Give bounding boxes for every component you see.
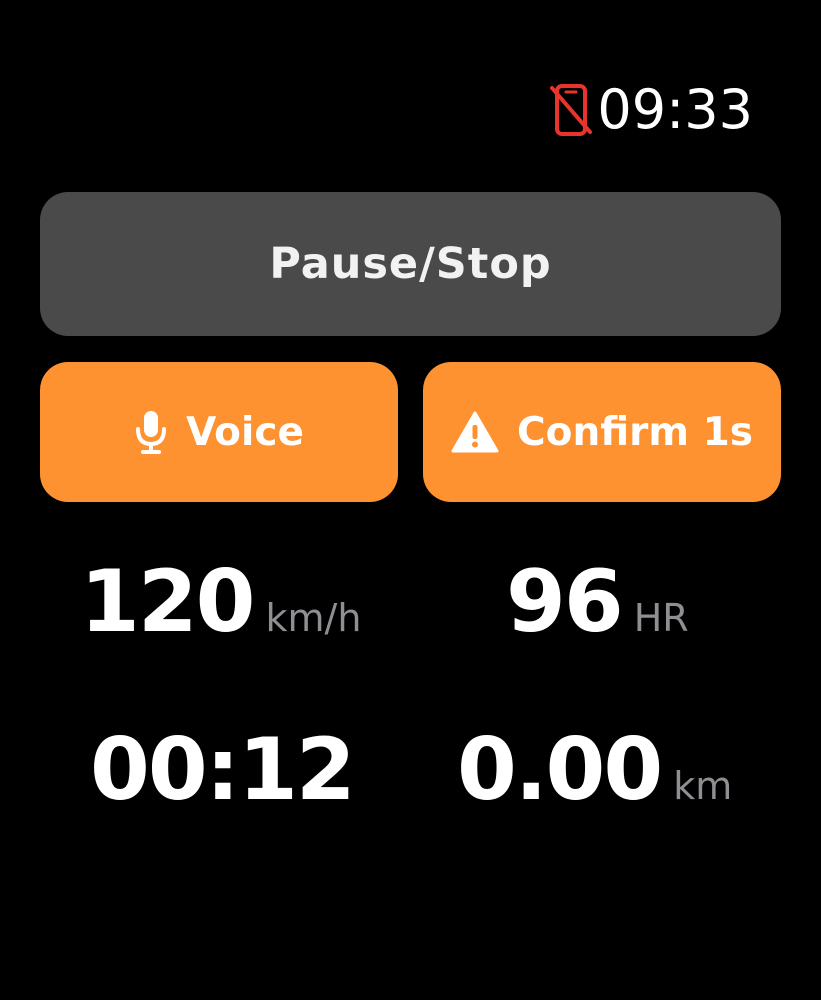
- heart-rate-metric: 96 HR: [506, 552, 689, 652]
- phone-disconnected-icon: [550, 84, 593, 136]
- distance-unit: km: [673, 764, 733, 808]
- status-bar: 09:33: [549, 78, 753, 142]
- speed-unit: km/h: [265, 596, 362, 640]
- confirm-button[interactable]: Confirm 1s: [423, 362, 781, 502]
- distance-value: 0.00: [457, 720, 663, 820]
- warning-icon: [451, 411, 499, 453]
- microphone-icon: [134, 409, 168, 455]
- distance-metric: 0.00 km: [457, 720, 732, 820]
- confirm-label: Confirm 1s: [517, 409, 753, 455]
- voice-label: Voice: [186, 409, 304, 455]
- speed-value: 120: [80, 552, 256, 652]
- voice-button[interactable]: Voice: [40, 362, 398, 502]
- heart-rate-unit: HR: [633, 596, 689, 640]
- pause-stop-label: Pause/Stop: [269, 239, 552, 289]
- pause-stop-button[interactable]: Pause/Stop: [40, 192, 781, 336]
- heart-rate-value: 96: [506, 552, 624, 652]
- elapsed-time-metric: 00:12: [90, 720, 356, 820]
- clock-time: 09:33: [597, 78, 753, 141]
- elapsed-time-value: 00:12: [90, 720, 356, 820]
- speed-metric: 120 km/h: [80, 552, 361, 652]
